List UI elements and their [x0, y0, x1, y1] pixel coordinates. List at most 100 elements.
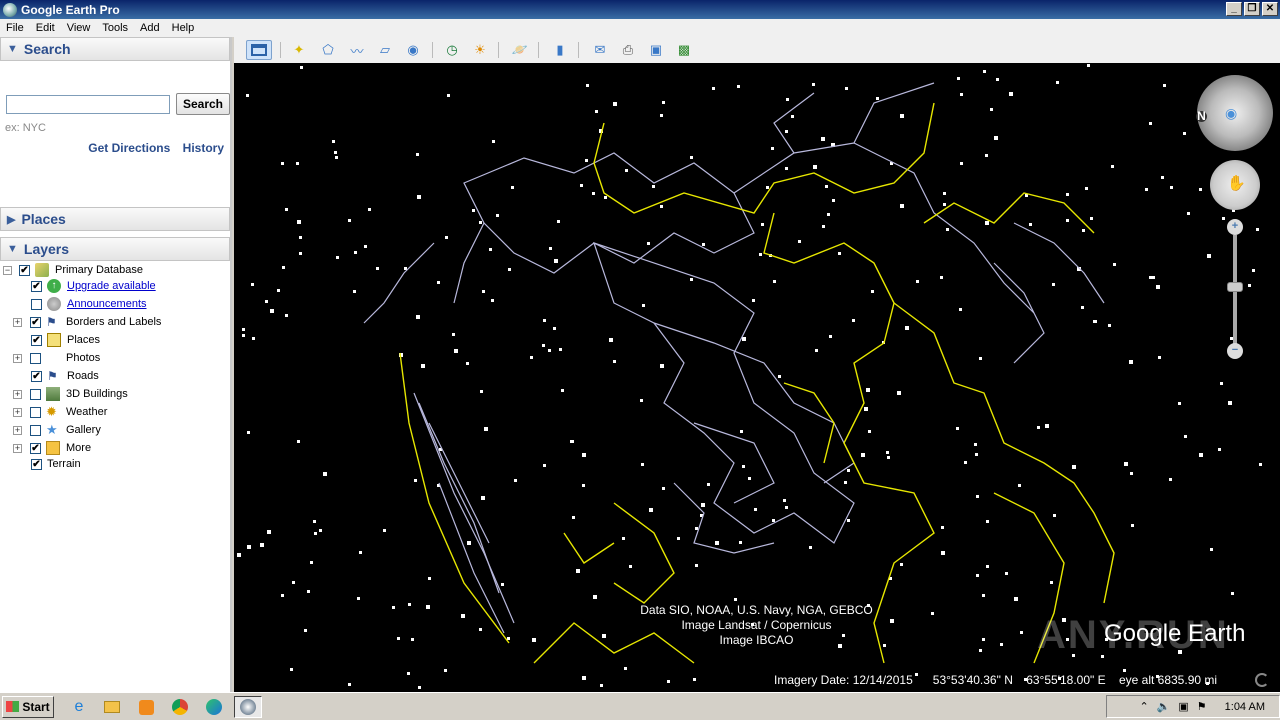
announcements-link[interactable]: Announcements: [67, 298, 147, 310]
layer-borders-and-labels[interactable]: + ✔ ⚑ Borders and Labels: [13, 313, 161, 331]
photos-icon: [46, 351, 60, 365]
taskbar-clock[interactable]: 1:04 AM: [1225, 701, 1265, 713]
layer-checkbox[interactable]: ✔: [30, 442, 41, 454]
place-marker: [543, 464, 546, 467]
sunlight-button[interactable]: ☀: [469, 40, 491, 60]
sidebar-toggle-button[interactable]: [246, 40, 272, 60]
layer-upgrade-available[interactable]: ✔ ↑ Upgrade available: [31, 277, 156, 295]
layer-gallery[interactable]: + ★ Gallery: [13, 421, 101, 439]
north-compass-letter[interactable]: N: [1196, 110, 1207, 122]
place-marker: [1207, 254, 1211, 258]
printer-icon: ⎙: [622, 42, 634, 57]
save-image-button[interactable]: ▩: [673, 40, 695, 60]
chrome-taskbar-icon[interactable]: [169, 696, 191, 718]
layer-checkbox[interactable]: ✔: [19, 264, 30, 276]
layer-places[interactable]: ✔ Places: [31, 331, 100, 349]
look-joystick[interactable]: N ◉: [1196, 75, 1273, 151]
layer-3d-buildings[interactable]: + 3D Buildings: [13, 385, 128, 403]
place-marker: [957, 77, 960, 80]
planets-button[interactable]: 🪐: [509, 40, 531, 60]
add-polygon-button[interactable]: ⬠: [317, 40, 339, 60]
add-placemark-button[interactable]: ✦: [288, 40, 310, 60]
add-image-overlay-button[interactable]: ▱: [374, 40, 396, 60]
layer-checkbox[interactable]: [30, 388, 41, 400]
expand-toggle-icon[interactable]: +: [13, 317, 22, 327]
menu-edit[interactable]: Edit: [30, 22, 61, 34]
place-marker: [285, 208, 288, 211]
expand-toggle-icon[interactable]: +: [13, 425, 22, 435]
menu-help[interactable]: Help: [166, 22, 201, 34]
place-marker: [1199, 188, 1202, 191]
expand-toggle-icon[interactable]: +: [13, 389, 22, 399]
place-marker: [237, 553, 241, 557]
place-marker: [428, 577, 431, 580]
layer-photos[interactable]: + Photos: [13, 349, 100, 367]
edge-taskbar-icon[interactable]: [203, 696, 225, 718]
minimize-button[interactable]: _: [1226, 2, 1242, 16]
get-directions-link[interactable]: Get Directions: [88, 141, 170, 155]
ruler-button[interactable]: ▮: [549, 40, 571, 60]
search-panel-header[interactable]: ▼ Search: [0, 37, 230, 61]
google-earth-taskbar-button[interactable]: [234, 696, 262, 718]
expand-toggle-icon[interactable]: +: [13, 443, 22, 453]
earth-map-view[interactable]: ANY.RUN Data SIO, NOAA, U.S. Navy, NGA, …: [234, 63, 1280, 692]
layer-checkbox[interactable]: ✔: [31, 334, 42, 346]
place-marker: [479, 628, 482, 631]
layer-checkbox[interactable]: [30, 352, 41, 364]
place-marker: [734, 598, 737, 601]
search-input[interactable]: [6, 95, 170, 114]
collapse-toggle-icon[interactable]: −: [3, 265, 12, 275]
layer-terrain[interactable]: ✔ Terrain: [31, 455, 81, 473]
start-button[interactable]: Start: [2, 695, 54, 718]
zoom-slider[interactable]: + −: [1227, 219, 1243, 361]
layer-checkbox[interactable]: [30, 424, 41, 436]
menu-tools[interactable]: Tools: [96, 22, 134, 34]
move-joystick[interactable]: ✋: [1210, 160, 1260, 210]
place-marker: [452, 333, 455, 336]
search-button[interactable]: Search: [176, 93, 230, 115]
layer-checkbox[interactable]: ✔: [31, 370, 42, 382]
record-tour-button[interactable]: ◉: [402, 40, 424, 60]
ie-taskbar-icon[interactable]: e: [68, 696, 90, 718]
menu-view[interactable]: View: [61, 22, 97, 34]
print-button[interactable]: ⎙: [617, 40, 639, 60]
layer-announcements[interactable]: Announcements: [31, 295, 147, 313]
layer-checkbox[interactable]: [31, 298, 42, 310]
flag-icon[interactable]: ⚑: [1197, 700, 1207, 713]
place-marker: [838, 252, 841, 255]
layer-weather[interactable]: + ✹ Weather: [13, 403, 107, 421]
place-marker: [864, 407, 868, 411]
layer-checkbox[interactable]: ✔: [31, 458, 42, 470]
layer-checkbox[interactable]: ✔: [31, 280, 42, 292]
network-icon[interactable]: ▣: [1178, 700, 1188, 713]
layer-checkbox[interactable]: ✔: [30, 316, 41, 328]
zoom-thumb[interactable]: [1227, 282, 1243, 292]
places-panel-header[interactable]: ▶ Places: [0, 207, 230, 231]
place-marker: [852, 319, 855, 322]
zoom-in-button[interactable]: +: [1227, 219, 1243, 235]
layers-panel-header[interactable]: ▼ Layers: [0, 237, 230, 261]
zoom-out-button[interactable]: −: [1227, 343, 1243, 359]
historical-imagery-button[interactable]: ◷: [441, 40, 463, 60]
email-button[interactable]: ✉: [589, 40, 611, 60]
volume-icon[interactable]: 🔈: [1157, 700, 1171, 713]
place-marker: [1184, 435, 1187, 438]
layer-roads[interactable]: ✔ ⚑ Roads: [31, 367, 99, 385]
expand-toggle-icon[interactable]: +: [13, 407, 22, 417]
layer-checkbox[interactable]: [30, 406, 41, 418]
restore-button[interactable]: ❐: [1244, 2, 1260, 16]
expand-toggle-icon[interactable]: +: [13, 353, 22, 363]
menu-add[interactable]: Add: [134, 22, 166, 34]
place-marker: [368, 208, 371, 211]
history-link[interactable]: History: [183, 141, 224, 155]
close-button[interactable]: ✕: [1262, 2, 1278, 16]
place-marker: [582, 484, 585, 487]
place-marker: [1108, 324, 1111, 327]
menu-file[interactable]: File: [0, 22, 30, 34]
view-in-google-maps-button[interactable]: ▣: [645, 40, 667, 60]
explorer-taskbar-icon[interactable]: [101, 696, 123, 718]
tray-expand-icon[interactable]: ⌃: [1139, 700, 1148, 713]
upgrade-available-link[interactable]: Upgrade available: [67, 280, 156, 292]
add-path-button[interactable]: 〰: [346, 40, 368, 60]
media-player-taskbar-icon[interactable]: [135, 696, 157, 718]
